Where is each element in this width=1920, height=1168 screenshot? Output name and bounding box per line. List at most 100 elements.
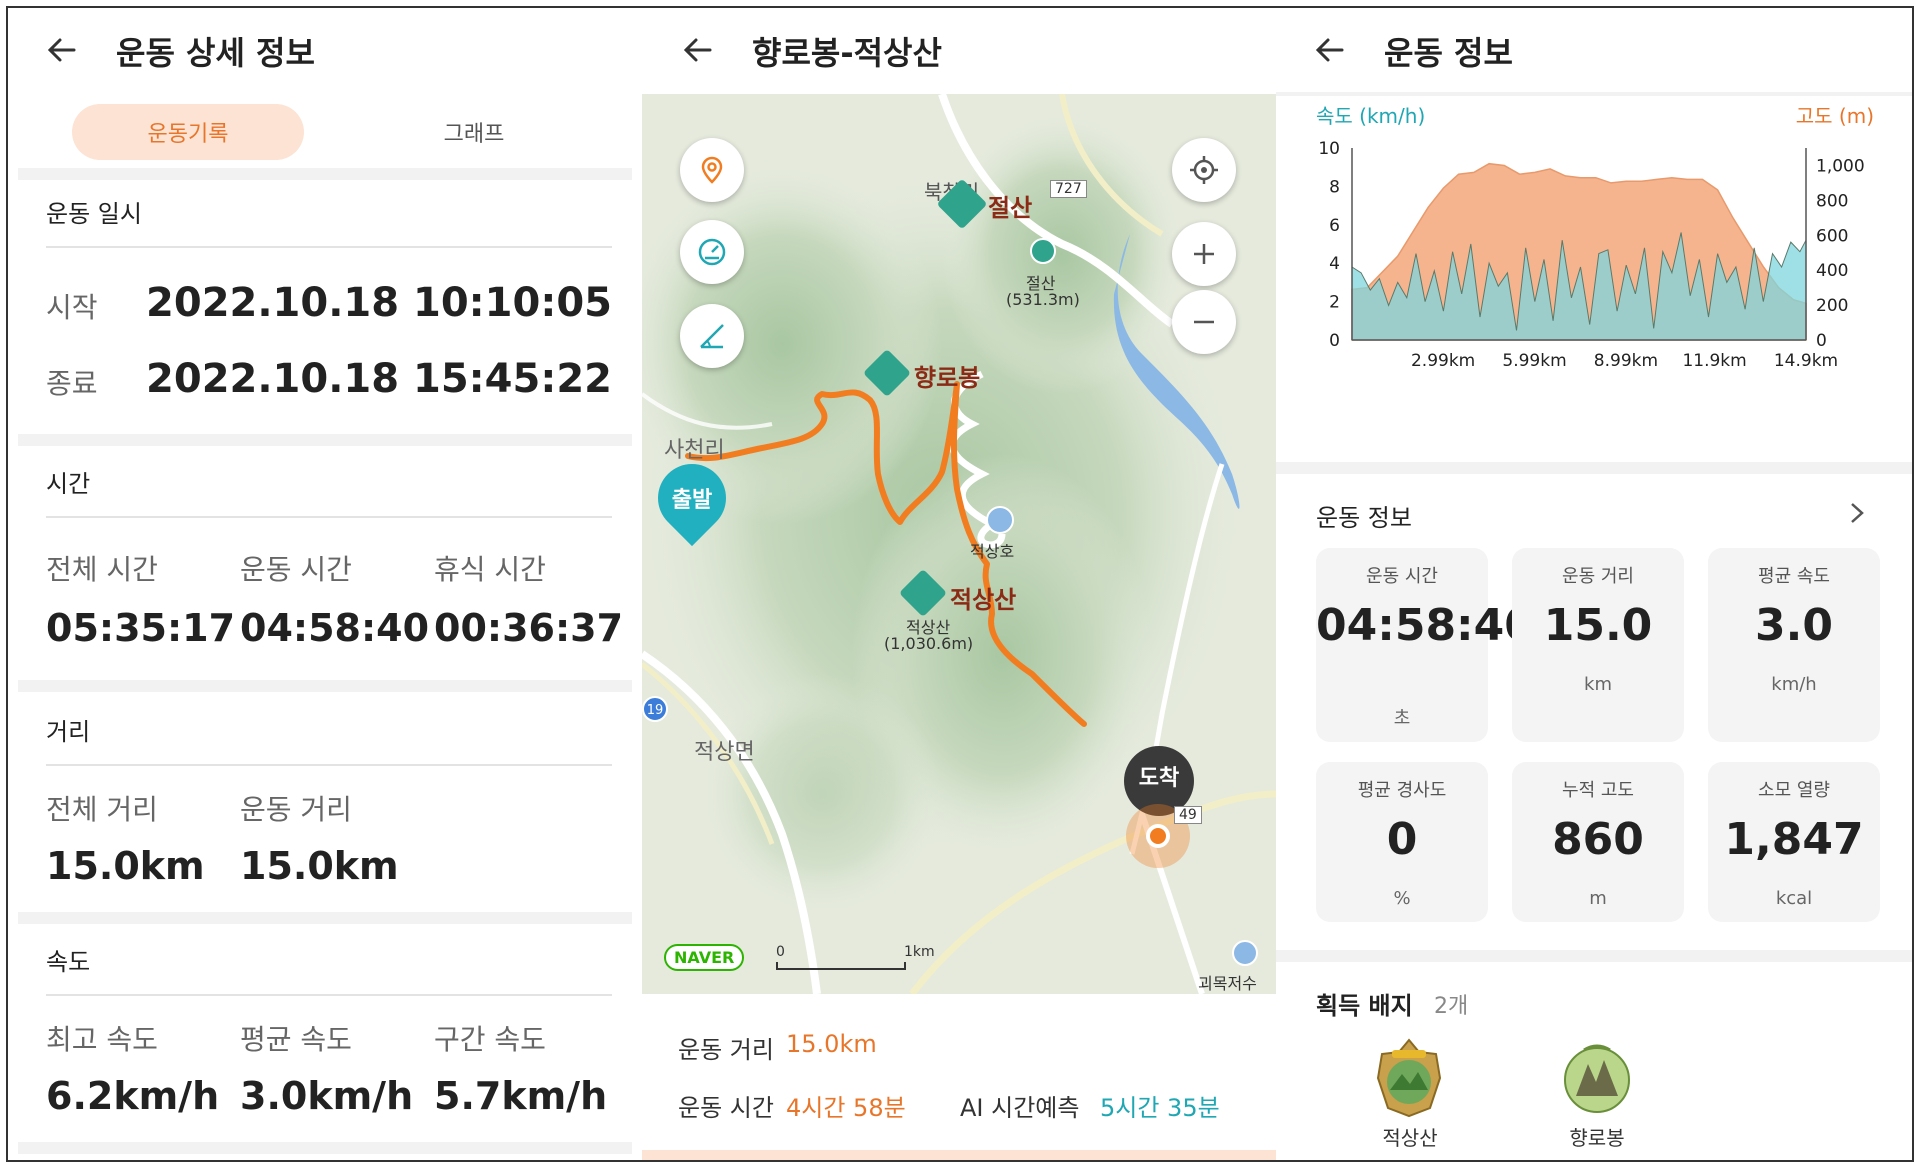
divider <box>18 680 632 692</box>
map-label-peak3-elev: (1,030.6m) <box>884 634 974 653</box>
avg-speed-value: 3.0km/h <box>240 1074 414 1118</box>
stat-card-value: 04:58:40 <box>1316 600 1535 651</box>
stat-card-value: 1,847 <box>1724 814 1864 865</box>
segment-speed-label: 구간 속도 <box>434 1023 546 1056</box>
badge-hyangrobong-icon[interactable] <box>1562 1038 1632 1118</box>
badge-jeoksangsan-icon[interactable] <box>1374 1038 1444 1118</box>
divider <box>46 246 612 248</box>
exercise-time-label: 운동 시간 <box>240 553 352 586</box>
scale-one-km: 1km <box>904 944 935 960</box>
y-right-tick-label: 200 <box>1816 296 1848 316</box>
back-arrow-icon[interactable] <box>680 32 716 68</box>
back-arrow-icon[interactable] <box>44 32 80 68</box>
sheet-time-value: 4시간 58분 <box>786 1094 906 1122</box>
divider <box>18 434 632 446</box>
y-right-tick-label: 0 <box>1816 331 1827 351</box>
naver-logo: NAVER <box>664 944 745 971</box>
plus-icon <box>1194 244 1214 264</box>
rest-time-value: 00:36:37 <box>434 606 624 650</box>
info-section-title: 운동 정보 <box>1316 504 1412 532</box>
zoom-out-button[interactable] <box>1172 290 1236 354</box>
divider <box>1276 950 1912 962</box>
stat-card-unit: kcal <box>1775 888 1813 909</box>
total-time-label: 전체 시간 <box>46 553 158 586</box>
y-left-tick-label: 6 <box>1329 216 1340 236</box>
map-label-peak1-elev: (531.3m) <box>1006 290 1080 309</box>
lake-icon <box>986 506 1014 534</box>
page-title: 운동 상세 정보 <box>116 34 315 72</box>
map-label-peak1: 절산 <box>988 194 1033 222</box>
section-time-title: 시간 <box>46 470 91 498</box>
divider <box>18 912 632 924</box>
road-badge-727: 727 <box>1050 180 1087 198</box>
locate-me-button[interactable] <box>1172 138 1236 202</box>
speedometer-button[interactable] <box>680 220 744 284</box>
location-pin-button[interactable] <box>680 138 744 202</box>
map-label-village-w: 사천리 <box>664 438 725 463</box>
end-datetime: 2022.10.18 15:45:22 <box>146 356 612 402</box>
tab-graph[interactable]: 그래프 <box>358 104 590 160</box>
start-datetime: 2022.10.18 10:10:05 <box>146 280 612 326</box>
tab-record[interactable]: 운동기록 <box>72 104 304 160</box>
map-label-reservoir: 괴목저수 <box>1198 974 1257 993</box>
minus-icon <box>1194 320 1214 324</box>
x-tick-label: 8.99km <box>1594 351 1658 371</box>
stat-card-unit: 초 <box>1393 708 1411 729</box>
exercise-distance-value: 15.0km <box>240 844 399 888</box>
back-arrow-icon[interactable] <box>1312 32 1348 68</box>
stat-card-title: 평균 속도 <box>1758 566 1830 587</box>
stat-card-title: 평균 경사도 <box>1357 780 1447 801</box>
stat-card-title: 누적 고도 <box>1562 780 1634 801</box>
section-speed-title: 속도 <box>46 948 91 976</box>
zoom-in-button[interactable] <box>1172 222 1236 286</box>
map-label-lake: 적상호 <box>970 542 1015 561</box>
y-left-tick-label: 2 <box>1329 293 1340 313</box>
divider <box>46 764 612 766</box>
divider <box>46 516 612 518</box>
chevron-right-icon[interactable] <box>1846 498 1868 528</box>
chart-legend-speed: 속도 (km/h) <box>1316 104 1426 128</box>
stat-card-title: 소모 열량 <box>1758 780 1830 801</box>
summary-sheet: 운동 거리 15.0km 운동 시간 4시간 58분 AI 시간예측 5시간 3… <box>642 994 1276 1160</box>
exercise-time-value: 04:58:40 <box>240 606 430 650</box>
speed-altitude-chart: 0 2 4 6 8 10 0 200 400 600 800 1,000 2.99km 5.99km 8.9… <box>1318 139 1865 371</box>
road-badge-49: 49 <box>1174 806 1202 824</box>
divider <box>18 168 632 180</box>
stat-card-calories: 소모 열량 1,847 kcal <box>1708 762 1880 922</box>
summit-icon <box>1030 238 1056 264</box>
divider <box>18 1142 632 1154</box>
elevation-button[interactable] <box>680 304 744 368</box>
route-title: 향로봉-적상산 <box>752 34 942 72</box>
map-label-peak2: 향로봉 <box>914 364 981 392</box>
y-left-tick-label: 8 <box>1329 177 1340 197</box>
stat-card-value: 15.0 <box>1543 600 1653 651</box>
y-right-tick-label: 1,000 <box>1816 156 1865 176</box>
header: 운동 정보 <box>1276 8 1912 92</box>
sheet-time-label: 운동 시간 <box>678 1094 774 1122</box>
badge-hyangrobong-label: 향로봉 <box>1569 1126 1625 1150</box>
stat-card-title: 운동 시간 <box>1366 566 1438 587</box>
stat-card-value: 860 <box>1552 814 1644 865</box>
reservoir-icon <box>1232 940 1258 966</box>
start-pin-label: 출발 <box>671 488 713 513</box>
stat-card-unit: m <box>1589 888 1607 909</box>
map-view[interactable]: 북창리 절산 727 절산 (531.3m) 사천리 향로봉 출발 적상호 적상… <box>642 94 1276 994</box>
max-speed-label: 최고 속도 <box>46 1023 158 1056</box>
end-label: 종료 <box>46 367 98 400</box>
avg-speed-label: 평균 속도 <box>240 1023 352 1056</box>
stat-card-avg-speed: 평균 속도 3.0 km/h <box>1708 548 1880 742</box>
sheet-ai-value: 5시간 35분 <box>1100 1094 1220 1122</box>
divider <box>46 994 612 996</box>
section-distance-title: 거리 <box>46 718 91 746</box>
header: 운동 상세 정보 <box>8 8 642 92</box>
speedometer-icon <box>698 238 726 266</box>
stat-card-unit: % <box>1393 888 1411 909</box>
sheet-distance-value: 15.0km <box>786 1030 877 1058</box>
exercise-detail-panel: 운동 상세 정보 운동기록 그래프 운동 일시 시작 2022.10.18 10… <box>8 8 642 1160</box>
page-title: 운동 정보 <box>1384 34 1513 72</box>
badges-title: 획득 배지 <box>1316 992 1413 1020</box>
y-left-tick-label: 4 <box>1329 254 1340 274</box>
badge-jeoksangsan-label: 적상산 <box>1382 1126 1438 1150</box>
x-tick-label: 11.9km <box>1682 351 1746 371</box>
stat-card-exercise-time: 운동 시간 04:58:40 초 <box>1316 548 1535 742</box>
